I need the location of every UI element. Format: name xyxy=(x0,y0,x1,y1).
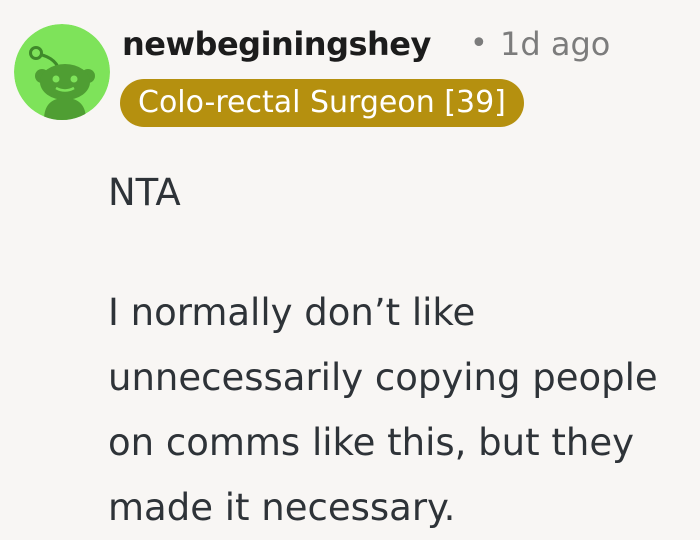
user-avatar[interactable] xyxy=(14,24,110,120)
user-flair-badge: Colo-rectal Surgeon [39] xyxy=(120,79,524,127)
comment: newbeginingshey • 1d ago Colo-rectal Sur… xyxy=(0,0,700,538)
comment-body: NTA I normally don’t like unnecessarily … xyxy=(108,160,688,540)
comment-username[interactable]: newbeginingshey xyxy=(122,24,431,64)
comment-timestamp[interactable]: 1d ago xyxy=(500,24,610,64)
comment-paragraph: I normally don’t like unnecessarily copy… xyxy=(108,291,658,529)
reddit-snoo-avatar-icon xyxy=(14,24,110,120)
meta-separator: • xyxy=(470,26,488,61)
comment-paragraph: NTA xyxy=(108,171,181,214)
